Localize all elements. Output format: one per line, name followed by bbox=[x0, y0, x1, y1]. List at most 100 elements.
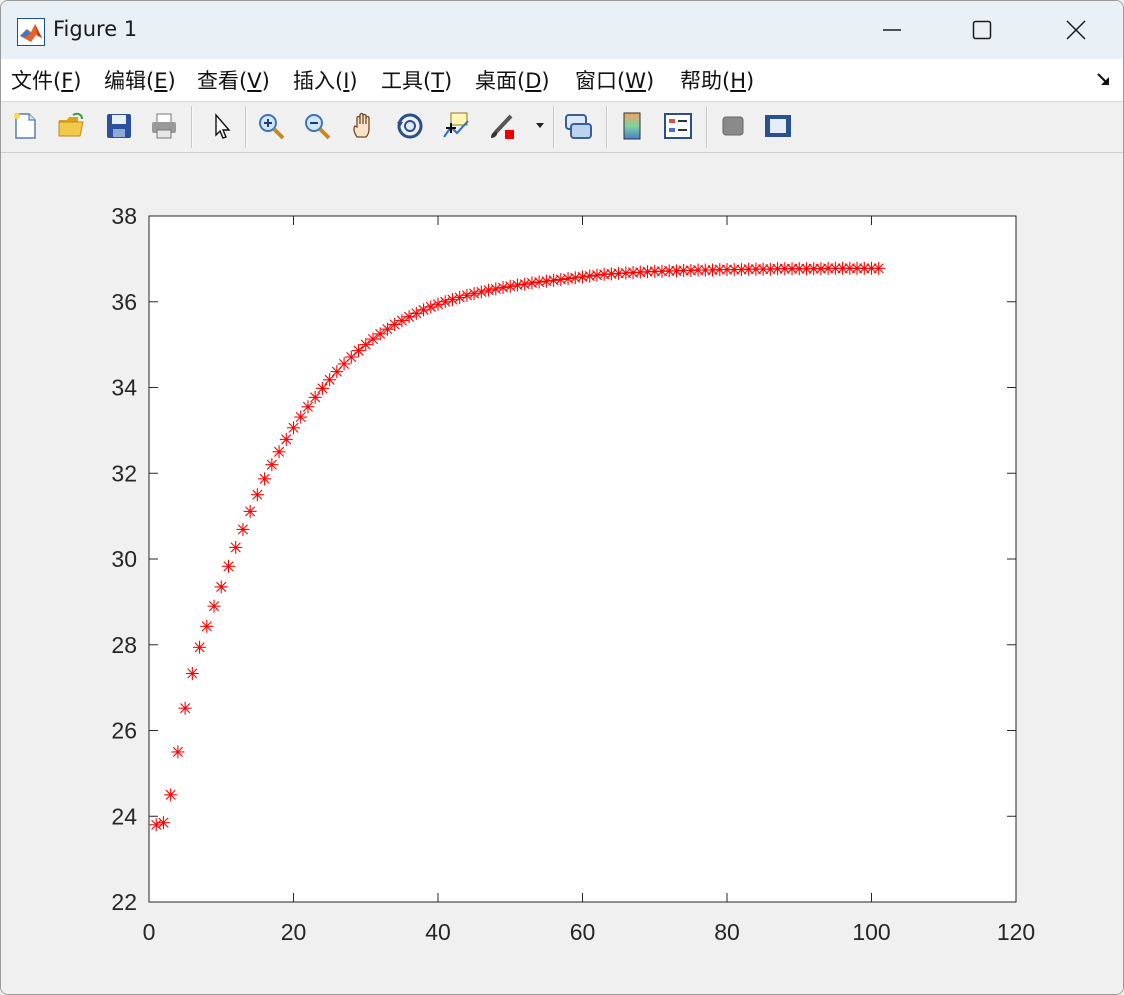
data-point bbox=[272, 445, 286, 459]
data-point bbox=[171, 745, 185, 759]
x-tick-label: 0 bbox=[143, 919, 156, 945]
data-point bbox=[576, 270, 589, 284]
maximize-icon bbox=[972, 20, 992, 40]
menu-help[interactable]: 帮助(H) bbox=[680, 65, 754, 95]
data-point bbox=[156, 816, 170, 830]
data-point bbox=[872, 261, 886, 275]
toolbar-separator bbox=[553, 106, 555, 148]
menu-view[interactable]: 查看(V) bbox=[197, 65, 270, 95]
data-point bbox=[301, 400, 315, 414]
data-point bbox=[308, 390, 322, 404]
data-point bbox=[554, 272, 568, 286]
menu-bar: 文件(F) 编辑(E) 查看(V) 插入(I) 工具(T) 桌面(D) 窗口(W… bbox=[1, 59, 1123, 102]
plot-svg: 0 20 40 60 80 100 120 22 24 26 28 30 32 34 36 38 bbox=[111, 203, 1035, 945]
data-point bbox=[229, 540, 243, 554]
data-point bbox=[193, 640, 207, 654]
data-point bbox=[221, 559, 235, 573]
y-tick-label: 26 bbox=[111, 718, 137, 744]
zoom-out-button[interactable] bbox=[299, 108, 335, 144]
data-point bbox=[395, 314, 409, 328]
x-tick-label: 20 bbox=[281, 919, 307, 945]
data-point bbox=[250, 488, 264, 502]
data-point bbox=[207, 599, 221, 613]
save-button[interactable] bbox=[101, 108, 137, 144]
pan-hand-icon bbox=[353, 112, 370, 138]
brush-dropdown[interactable] bbox=[530, 108, 550, 144]
pan-button[interactable] bbox=[346, 108, 382, 144]
new-figure-icon bbox=[14, 113, 36, 139]
menu-insert[interactable]: 插入(I) bbox=[293, 65, 358, 95]
x-tick-label: 80 bbox=[714, 919, 740, 945]
print-icon bbox=[152, 113, 176, 139]
new-figure-button[interactable] bbox=[7, 108, 43, 144]
data-point bbox=[388, 317, 402, 331]
data-point bbox=[568, 271, 582, 285]
menu-window[interactable]: 窗口(W) bbox=[575, 65, 654, 95]
data-point bbox=[236, 522, 250, 536]
legend-icon bbox=[664, 113, 692, 139]
menu-edit[interactable]: 编辑(E) bbox=[104, 65, 176, 95]
y-tick-label: 30 bbox=[111, 546, 137, 572]
minimize-button[interactable] bbox=[845, 1, 939, 59]
axes-box[interactable] bbox=[148, 215, 1017, 903]
matlab-logo-icon bbox=[17, 18, 45, 46]
brush-dropdown-icon bbox=[536, 123, 544, 128]
y-tick-label: 32 bbox=[111, 460, 137, 486]
open-file-button[interactable] bbox=[53, 108, 89, 144]
brush-icon bbox=[491, 114, 514, 139]
close-button[interactable] bbox=[1029, 1, 1123, 59]
data-cursor-icon bbox=[443, 112, 469, 138]
x-tick-label: 120 bbox=[997, 919, 1035, 945]
zoom-in-icon bbox=[259, 114, 285, 140]
colorbar-button[interactable] bbox=[614, 108, 650, 144]
edit-plot-button[interactable] bbox=[203, 108, 239, 144]
link-plot-button[interactable] bbox=[560, 108, 596, 144]
data-point bbox=[279, 432, 293, 446]
data-point bbox=[583, 269, 597, 283]
rotate-3d-button[interactable] bbox=[392, 108, 428, 144]
data-point bbox=[344, 350, 358, 364]
data-point bbox=[178, 701, 192, 715]
figure-toolbar bbox=[1, 102, 1123, 153]
close-icon bbox=[1066, 20, 1086, 40]
data-point bbox=[510, 278, 524, 292]
data-cursor-button[interactable] bbox=[438, 108, 474, 144]
minimize-icon bbox=[883, 29, 901, 31]
maximize-button[interactable] bbox=[935, 1, 1029, 59]
toolbar-separator bbox=[191, 106, 193, 148]
y-tick-label: 38 bbox=[111, 203, 137, 229]
toolbar-separator bbox=[606, 106, 608, 148]
data-point bbox=[525, 276, 539, 290]
menu-file[interactable]: 文件(F) bbox=[11, 65, 82, 95]
x-tick-label: 60 bbox=[570, 919, 596, 945]
x-tick-label: 100 bbox=[852, 919, 890, 945]
data-point bbox=[294, 410, 308, 424]
data-point bbox=[258, 472, 272, 486]
data-point bbox=[265, 458, 279, 472]
data-point bbox=[214, 580, 228, 594]
data-point bbox=[164, 788, 178, 802]
window-title: Figure 1 bbox=[53, 17, 138, 41]
brush-button[interactable] bbox=[484, 108, 520, 144]
data-point bbox=[539, 274, 553, 288]
figure-canvas: 0 20 40 60 80 100 120 22 24 26 28 30 32 34 36 38 bbox=[1, 153, 1123, 994]
title-bar[interactable]: Figure 1 bbox=[1, 1, 1123, 59]
menu-tools[interactable]: 工具(T) bbox=[381, 65, 452, 95]
legend-button[interactable] bbox=[660, 108, 696, 144]
x-tick-label: 40 bbox=[425, 919, 451, 945]
data-point bbox=[323, 373, 337, 387]
dock-arrow-icon[interactable] bbox=[1095, 71, 1111, 91]
data-point bbox=[561, 272, 575, 286]
link-plot-icon bbox=[565, 114, 592, 139]
y-tick-label: 28 bbox=[111, 632, 137, 658]
zoom-out-icon bbox=[305, 114, 331, 140]
show-plot-tools-button[interactable] bbox=[760, 108, 796, 144]
y-tick-label: 34 bbox=[111, 375, 137, 401]
y-tick-label: 22 bbox=[111, 889, 137, 915]
data-point bbox=[185, 666, 199, 680]
hide-plot-tools-button[interactable] bbox=[715, 108, 751, 144]
menu-desktop[interactable]: 桌面(D) bbox=[475, 65, 550, 95]
hide-plot-tools-icon bbox=[722, 116, 744, 136]
print-button[interactable] bbox=[146, 108, 182, 144]
zoom-in-button[interactable] bbox=[253, 108, 289, 144]
